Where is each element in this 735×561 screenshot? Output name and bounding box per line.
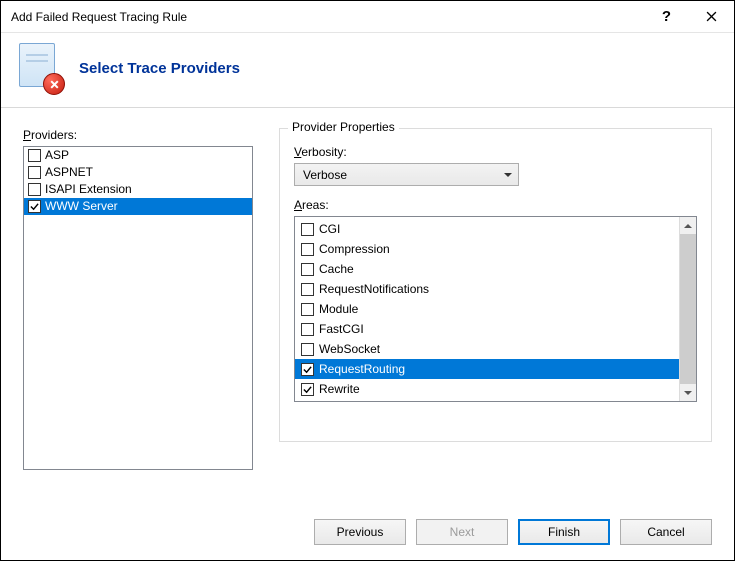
verbosity-dropdown[interactable]: Verbose — [294, 163, 519, 186]
verbosity-value: Verbose — [303, 168, 347, 182]
cancel-button[interactable]: Cancel — [620, 519, 712, 545]
areas-listbox[interactable]: CGI Compression Cache RequestNotifications M… — [294, 216, 697, 402]
provider-item-label: WWW Server — [45, 198, 118, 215]
checkbox-icon[interactable] — [301, 343, 314, 356]
provider-item[interactable]: ISAPI Extension — [24, 181, 252, 198]
area-item-label: RequestNotifications — [319, 282, 429, 296]
help-button[interactable]: ? — [644, 1, 689, 32]
wizard-icon — [19, 43, 61, 93]
close-icon — [706, 11, 717, 22]
window-title: Add Failed Request Tracing Rule — [11, 10, 644, 24]
area-item[interactable]: CGI — [295, 219, 679, 239]
checkbox-icon[interactable] — [301, 363, 314, 376]
area-item-label: RequestRouting — [319, 362, 405, 376]
checkbox-icon[interactable] — [301, 283, 314, 296]
wizard-title: Select Trace Providers — [79, 60, 240, 77]
checkbox-icon[interactable] — [301, 223, 314, 236]
areas-scrollbar[interactable] — [679, 217, 696, 401]
provider-item-label: ASPNET — [45, 164, 93, 181]
checkbox-icon[interactable] — [301, 263, 314, 276]
title-controls: ? — [644, 1, 734, 32]
arrow-up-icon — [684, 224, 692, 228]
area-item-label: WebSocket — [319, 342, 380, 356]
areas-label: Areas: — [294, 198, 697, 212]
provider-item-label: ISAPI Extension — [45, 181, 132, 198]
area-item[interactable]: Rewrite — [295, 379, 679, 399]
chevron-down-icon — [504, 173, 512, 177]
previous-button[interactable]: Previous — [314, 519, 406, 545]
dialog-window: Add Failed Request Tracing Rule ? Select… — [0, 0, 735, 561]
area-item-label: Rewrite — [319, 382, 360, 396]
area-item[interactable]: WebSocket — [295, 339, 679, 359]
properties-legend: Provider Properties — [288, 120, 399, 134]
area-item-label: CGI — [319, 222, 340, 236]
checkbox-icon[interactable] — [301, 243, 314, 256]
scroll-down-button[interactable] — [680, 384, 696, 401]
area-item[interactable]: FastCGI — [295, 319, 679, 339]
scroll-track[interactable] — [680, 234, 696, 384]
wizard-body: Providers: ASPASPNETISAPI ExtensionWWW S… — [1, 108, 734, 504]
provider-item[interactable]: WWW Server — [24, 198, 252, 215]
scroll-thumb[interactable] — [680, 234, 696, 384]
provider-properties-group: Provider Properties Verbosity: Verbose A… — [279, 128, 712, 442]
provider-item-label: ASP — [45, 147, 69, 164]
checkbox-icon[interactable] — [28, 166, 41, 179]
error-badge-icon — [43, 73, 65, 95]
close-button[interactable] — [689, 1, 734, 32]
areas-section: Areas: CGI Compression Cache RequestNotific… — [294, 198, 697, 402]
area-item[interactable]: Module — [295, 299, 679, 319]
providers-listbox[interactable]: ASPASPNETISAPI ExtensionWWW Server — [23, 146, 253, 470]
checkbox-icon[interactable] — [28, 183, 41, 196]
arrow-down-icon — [684, 391, 692, 395]
providers-column: Providers: ASPASPNETISAPI ExtensionWWW S… — [23, 128, 253, 496]
scroll-up-button[interactable] — [680, 217, 696, 234]
wizard-header: Select Trace Providers — [1, 33, 734, 108]
verbosity-label: Verbosity: — [294, 145, 697, 159]
provider-item[interactable]: ASPNET — [24, 164, 252, 181]
area-item-label: FastCGI — [319, 322, 364, 336]
checkbox-icon[interactable] — [28, 149, 41, 162]
area-item[interactable]: Cache — [295, 259, 679, 279]
area-item[interactable]: RequestNotifications — [295, 279, 679, 299]
area-item-label: Module — [319, 302, 358, 316]
checkbox-icon[interactable] — [301, 323, 314, 336]
checkbox-icon[interactable] — [301, 303, 314, 316]
area-item[interactable]: Compression — [295, 239, 679, 259]
next-button: Next — [416, 519, 508, 545]
properties-column: Provider Properties Verbosity: Verbose A… — [279, 128, 712, 496]
finish-button[interactable]: Finish — [518, 519, 610, 545]
area-item-label: Compression — [319, 242, 390, 256]
checkbox-icon[interactable] — [301, 383, 314, 396]
area-item[interactable]: RequestRouting — [295, 359, 679, 379]
providers-label: Providers: — [23, 128, 253, 142]
checkbox-icon[interactable] — [28, 200, 41, 213]
button-row: Previous Next Finish Cancel — [1, 504, 734, 560]
area-item-label: Cache — [319, 262, 354, 276]
titlebar: Add Failed Request Tracing Rule ? — [1, 1, 734, 33]
provider-item[interactable]: ASP — [24, 147, 252, 164]
